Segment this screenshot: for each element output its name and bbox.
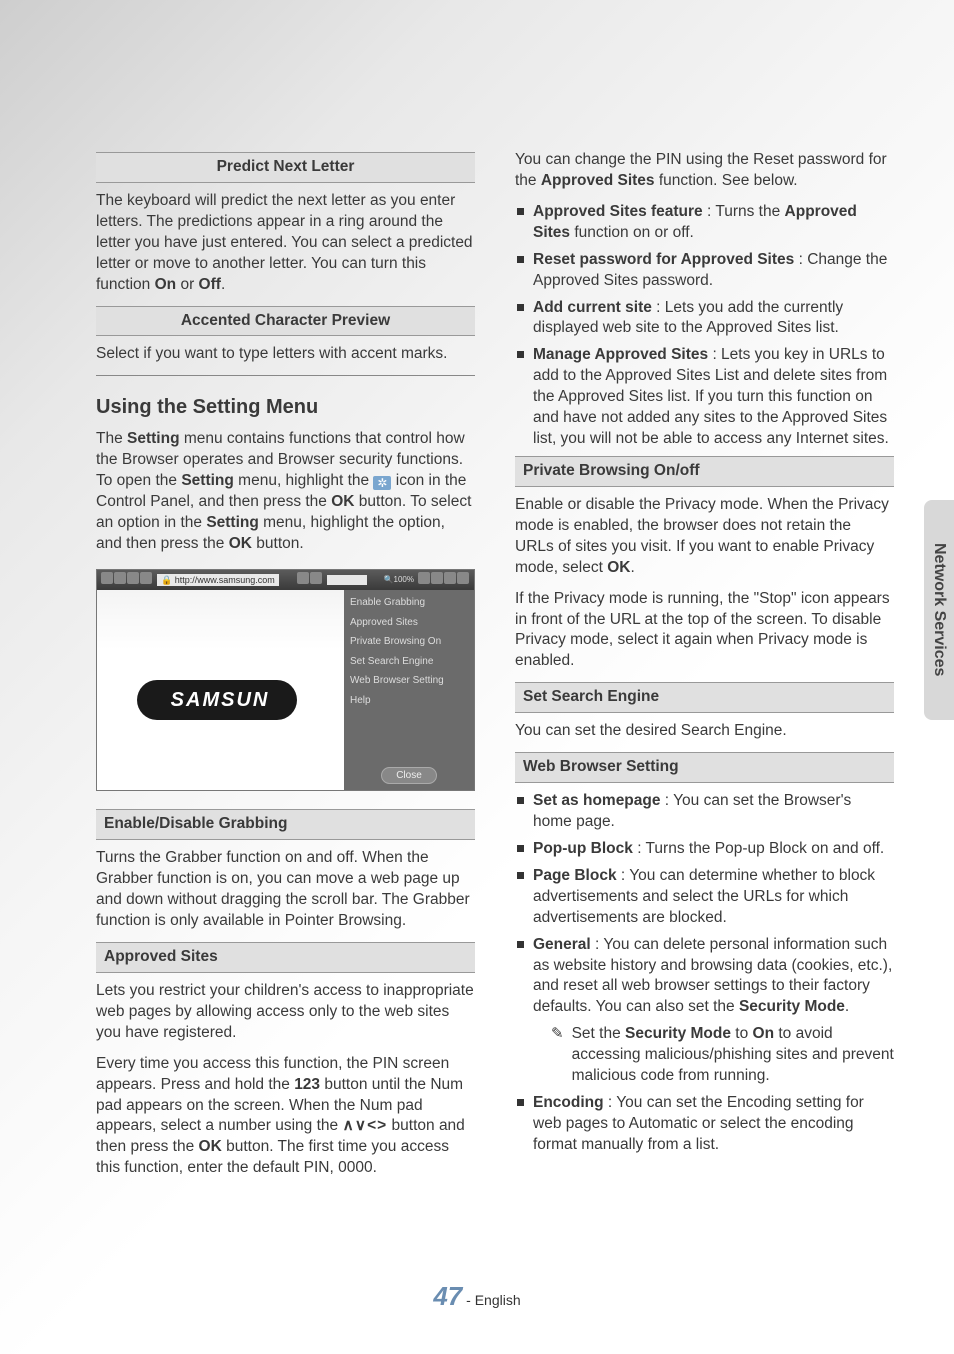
note-icon: ✎: [551, 1024, 564, 1044]
page-number: 47 - English: [0, 1279, 954, 1314]
approved-paragraph-2: Every time you access this function, the…: [96, 1054, 475, 1180]
nav-icons-2: [297, 572, 323, 589]
section-header-approved: Approved Sites: [96, 942, 475, 973]
approved-paragraph-1: Lets you restrict your children's access…: [96, 981, 475, 1044]
approved-list: Approved Sites feature : Turns the Appro…: [515, 202, 894, 450]
section-header-search: Set Search Engine: [515, 682, 894, 713]
section-tab: Network Services: [924, 500, 954, 720]
pin-paragraph: You can change the PIN using the Reset p…: [515, 150, 894, 192]
list-item: Page Block : You can determine whether t…: [515, 866, 894, 929]
setting-paragraph: The Setting menu contains functions that…: [96, 429, 475, 555]
dropdown-item: Enable Grabbing: [350, 596, 468, 610]
nav-icons-3: [418, 572, 470, 589]
dropdown-item: Approved Sites: [350, 616, 468, 630]
left-column: Predict Next Letter The keyboard will pr…: [96, 146, 475, 1189]
list-item: Add current site : Lets you add the curr…: [515, 298, 894, 340]
predict-paragraph: The keyboard will predict the next lette…: [96, 191, 475, 296]
dropdown-item: Private Browsing On: [350, 635, 468, 649]
list-item: General : You can delete personal inform…: [515, 935, 894, 1087]
private-paragraph-2: If the Privacy mode is running, the "Sto…: [515, 589, 894, 673]
search-box: [327, 575, 367, 585]
security-note: ✎ Set the Security Mode to On to avoid a…: [551, 1024, 894, 1087]
section-header-wbs: Web Browser Setting: [515, 752, 894, 783]
samsung-logo: SAMSUN: [137, 680, 297, 720]
list-item: Pop-up Block : Turns the Pop-up Block on…: [515, 839, 894, 860]
dropdown-item: Web Browser Setting: [350, 674, 468, 688]
divider: [96, 375, 475, 376]
dropdown-item: Set Search Engine: [350, 655, 468, 669]
section-header-accent: Accented Character Preview: [96, 306, 475, 337]
grabbing-paragraph: Turns the Grabber function on and off. W…: [96, 848, 475, 932]
private-paragraph-1: Enable or disable the Privacy mode. When…: [515, 495, 894, 579]
right-column: You can change the PIN using the Reset p…: [515, 146, 894, 1189]
section-header-grabbing: Enable/Disable Grabbing: [96, 809, 475, 840]
zoom-label: 🔍100%: [384, 575, 414, 586]
section-header-private: Private Browsing On/off: [515, 456, 894, 487]
list-item: Manage Approved Sites : Lets you key in …: [515, 345, 894, 450]
url-box: 🔒 http://www.samsung.com: [157, 574, 279, 586]
list-item: Approved Sites feature : Turns the Appro…: [515, 202, 894, 244]
list-item: Encoding : You can set the Encoding sett…: [515, 1093, 894, 1156]
accent-paragraph: Select if you want to type letters with …: [96, 344, 475, 365]
nav-icons: [101, 572, 153, 589]
list-item: Reset password for Approved Sites : Chan…: [515, 250, 894, 292]
browser-content: SAMSUN: [97, 590, 344, 790]
dropdown-item: Help: [350, 694, 468, 708]
browser-toolbar: 🔒 http://www.samsung.com 🔍100%: [97, 570, 474, 591]
search-paragraph: You can set the desired Search Engine.: [515, 721, 894, 742]
setting-heading: Using the Setting Menu: [96, 394, 475, 421]
dropdown-close: Close: [381, 767, 437, 785]
browser-screenshot: 🔒 http://www.samsung.com 🔍100% SAMSUN En…: [96, 569, 475, 792]
gear-icon: ✲: [373, 476, 391, 490]
wbs-list: Set as homepage : You can set the Browse…: [515, 791, 894, 1156]
settings-dropdown: Enable Grabbing Approved Sites Private B…: [344, 590, 474, 790]
section-header-predict: Predict Next Letter: [96, 152, 475, 183]
page-content: Predict Next Letter The keyboard will pr…: [0, 0, 954, 1229]
list-item: Set as homepage : You can set the Browse…: [515, 791, 894, 833]
